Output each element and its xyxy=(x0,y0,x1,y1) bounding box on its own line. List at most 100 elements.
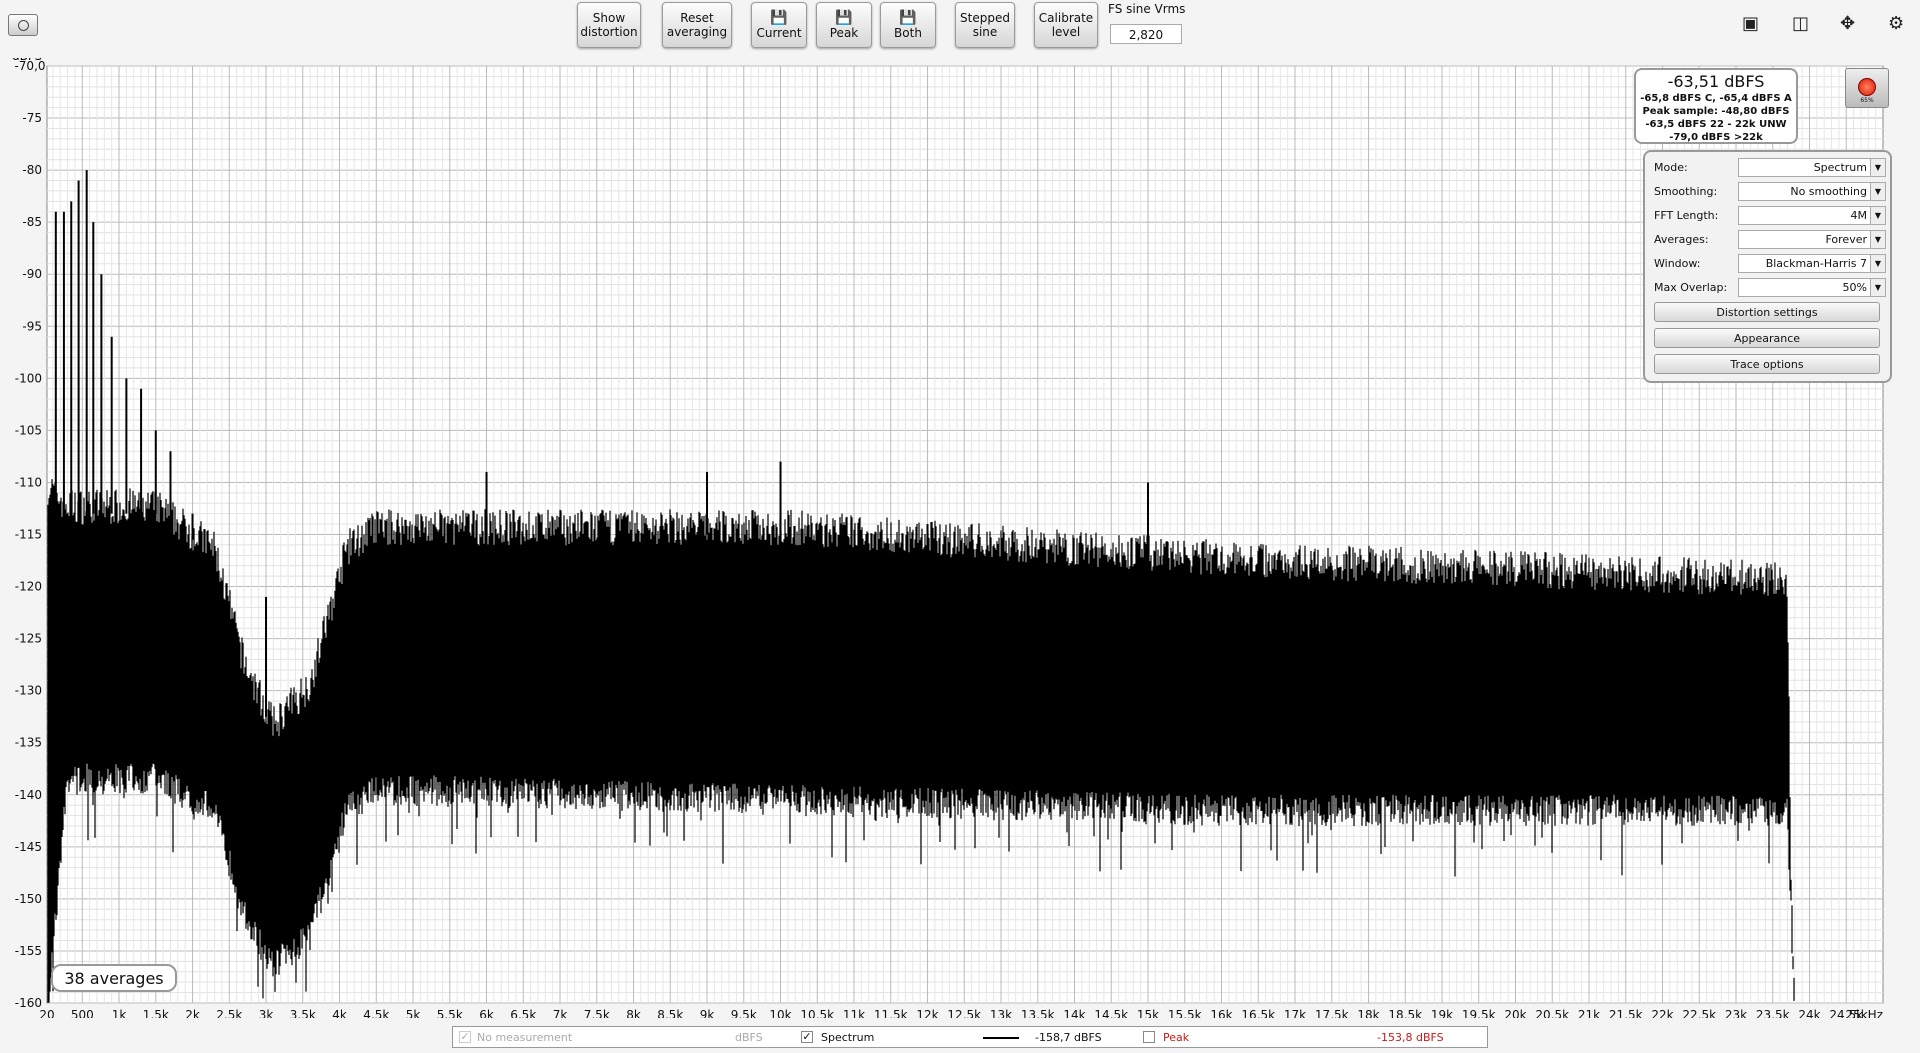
window-value: Blackman-Harris 7 xyxy=(1765,257,1867,270)
x-tick-label: 16,5k xyxy=(1241,1008,1275,1018)
x-tick-label: 4,5k xyxy=(363,1008,389,1018)
x-tick-label: 5,5k xyxy=(437,1008,463,1018)
chevron-down-icon: ▼ xyxy=(1870,255,1885,272)
fs-sine-label: FS sine Vrms xyxy=(1108,2,1186,16)
settings-panel: Mode: Spectrum ▼ Smoothing: No smoothing ▼… xyxy=(1643,150,1892,383)
fft-length-label: FFT Length: xyxy=(1654,209,1719,222)
y-tick-label: -155 xyxy=(15,944,42,958)
spectrum-checkbox[interactable]: ✓ xyxy=(801,1031,813,1043)
current-label: Current xyxy=(756,25,802,40)
x-tick-label: 18k xyxy=(1357,1008,1379,1018)
record-icon xyxy=(1858,78,1876,96)
x-tick-label: 5k xyxy=(406,1008,421,1018)
mode-value: Spectrum xyxy=(1813,161,1867,174)
mode-select[interactable]: Spectrum ▼ xyxy=(1738,158,1886,177)
save-current-button[interactable]: 💾 Current xyxy=(751,2,807,48)
x-tick-label: 21k xyxy=(1578,1008,1600,1018)
x-tick-label: 25kHz xyxy=(1845,1008,1883,1018)
trace-options-button[interactable]: Trace options xyxy=(1654,354,1880,374)
save-both-button[interactable]: 💾 Both xyxy=(880,2,936,48)
x-tick-label: 8k xyxy=(626,1008,641,1018)
spectrum-value: -158,7 dBFS xyxy=(1035,1031,1102,1044)
save-peak-button[interactable]: 💾 Peak xyxy=(816,2,872,48)
layout-icon[interactable]: ▣ xyxy=(1742,12,1759,36)
spectrum-chart[interactable]: -75 -80 -85 -90 -95 -100 -105 -110 -115 -120 -125 -… xyxy=(0,58,1920,1018)
readout-line4: -79,0 dBFS >22k xyxy=(1669,132,1763,143)
chevron-down-icon: ▼ xyxy=(1870,207,1885,224)
peak-value: -153,8 dBFS xyxy=(1377,1031,1444,1044)
x-tick-label: 9k xyxy=(700,1008,715,1018)
calibrate-level-button[interactable]: Calibrate level xyxy=(1034,2,1098,48)
y-tick-label: -85 xyxy=(22,215,42,229)
gear-icon[interactable]: ⚙ xyxy=(1888,12,1904,36)
x-tick-label: 21,5k xyxy=(1609,1008,1643,1018)
reset-averaging-button[interactable]: Reset averaging xyxy=(662,2,732,48)
appearance-button[interactable]: Appearance xyxy=(1654,328,1880,348)
x-tick-label: 10,5k xyxy=(800,1008,834,1018)
x-tick-label: 20k xyxy=(1504,1008,1526,1018)
record-button[interactable]: 65% xyxy=(1845,68,1889,108)
level-readout: -63,51 dBFS -65,8 dBFS C, -65,4 dBFS A P… xyxy=(1634,68,1798,144)
y-tick-label: -125 xyxy=(15,632,42,646)
x-tick-label: 13k xyxy=(990,1008,1012,1018)
averages-row: Averages: Forever ▼ xyxy=(1654,230,1886,250)
max-overlap-row: Max Overlap: 50% ▼ xyxy=(1654,278,1886,298)
x-tick-label: 1,5k xyxy=(143,1008,169,1018)
x-tick-label: 23k xyxy=(1725,1008,1747,1018)
smoothing-row: Smoothing: No smoothing ▼ xyxy=(1654,182,1886,202)
x-tick-label: 22k xyxy=(1651,1008,1673,1018)
x-tick-label: 3k xyxy=(259,1008,274,1018)
averages-select[interactable]: Forever ▼ xyxy=(1738,230,1886,249)
readout-main: -63,51 dBFS xyxy=(1667,72,1765,91)
x-tick-label: 10k xyxy=(769,1008,791,1018)
fft-length-select[interactable]: 4M ▼ xyxy=(1738,206,1886,225)
show-distortion-button[interactable]: Show distortion xyxy=(577,2,641,48)
chevron-down-icon: ▼ xyxy=(1870,279,1885,296)
y-tick-label: -95 xyxy=(22,319,42,333)
zoom-arrows-icon[interactable]: ✥ xyxy=(1840,12,1855,36)
x-tick-label: 7k xyxy=(553,1008,568,1018)
max-overlap-select[interactable]: 50% ▼ xyxy=(1738,278,1886,297)
x-tick-label: 12k xyxy=(916,1008,938,1018)
fs-sine-input[interactable]: 2,820 xyxy=(1110,24,1182,44)
averages-value: Forever xyxy=(1825,233,1867,246)
y-tick-label: -105 xyxy=(15,423,42,437)
averages-label: Averages: xyxy=(1654,233,1709,246)
no-measurement-checkbox[interactable]: ✓ xyxy=(459,1031,471,1043)
smoothing-label: Smoothing: xyxy=(1654,185,1718,198)
y-top-value: -70,0 xyxy=(14,59,45,73)
window-select[interactable]: Blackman-Harris 7 ▼ xyxy=(1738,254,1886,273)
x-tick-label: 4k xyxy=(332,1008,347,1018)
save-icon: 💾 xyxy=(835,9,853,26)
mode-row: Mode: Spectrum ▼ xyxy=(1654,158,1886,178)
x-tick-label: 1k xyxy=(112,1008,127,1018)
x-tick-label: 14,5k xyxy=(1094,1008,1128,1018)
x-tick-label: 13,5k xyxy=(1021,1008,1055,1018)
peak-checkbox[interactable] xyxy=(1143,1031,1155,1043)
toolbar: Show distortion Reset averaging 💾 Curren… xyxy=(0,0,1920,58)
y-tick-label: -80 xyxy=(22,163,42,177)
columns-icon[interactable]: ◫ xyxy=(1792,12,1809,36)
x-tick-label: 24k xyxy=(1798,1008,1820,1018)
y-tick-label: -150 xyxy=(15,892,42,906)
window-row: Window: Blackman-Harris 7 ▼ xyxy=(1654,254,1886,274)
x-tick-label: 6k xyxy=(479,1008,494,1018)
x-tick-label: 500 xyxy=(71,1008,94,1018)
y-tick-label: -130 xyxy=(15,684,42,698)
x-tick-label: 19,5k xyxy=(1462,1008,1496,1018)
x-tick-label: 14k xyxy=(1063,1008,1085,1018)
y-tick-label: -90 xyxy=(22,267,42,281)
x-tick-label: 12,5k xyxy=(947,1008,981,1018)
x-tick-label: 8,5k xyxy=(657,1008,683,1018)
record-level: 65% xyxy=(1860,97,1874,104)
x-tick-label: 2,5k xyxy=(216,1008,242,1018)
spectrum-plot[interactable]: -75 -80 -85 -90 -95 -100 -105 -110 -115 -120 -125 -… xyxy=(0,58,1920,1018)
x-tick-label: 11,5k xyxy=(874,1008,908,1018)
camera-icon[interactable] xyxy=(8,14,38,36)
chevron-down-icon: ▼ xyxy=(1870,183,1885,200)
stepped-sine-button[interactable]: Stepped sine xyxy=(955,2,1015,48)
readout-line3: -63,5 dBFS 22 - 22k UNW xyxy=(1645,119,1787,130)
trace-legend: ✓ No measurement dBFS ✓ Spectrum -158,7 … xyxy=(452,1026,1488,1048)
smoothing-select[interactable]: No smoothing ▼ xyxy=(1738,182,1886,201)
distortion-settings-button[interactable]: Distortion settings xyxy=(1654,302,1880,322)
